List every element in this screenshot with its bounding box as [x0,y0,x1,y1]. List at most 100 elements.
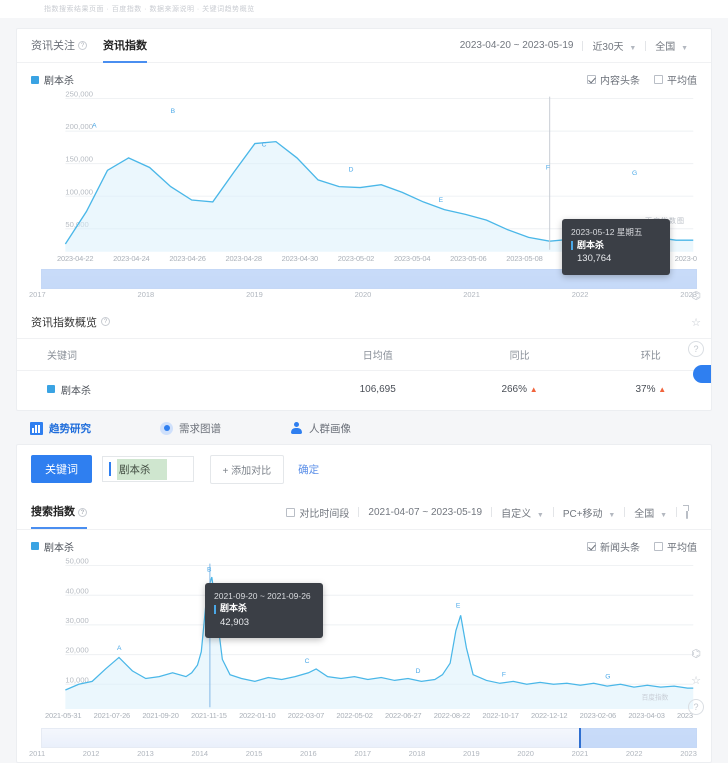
search-compare-checkbox[interactable]: 对比时间段 [277,505,358,520]
col-daily-average: 日均值 [307,338,449,370]
chevron-down-icon: ▼ [681,45,688,52]
add-compare-button[interactable]: + 添加对比 [210,455,285,484]
tab-news-attention[interactable]: 资讯关注 ? [31,29,87,63]
xtick: 2023-04-03 [628,711,664,720]
news-checkbox-average-label: 平均值 [667,72,697,87]
xtick: 2023-0 [675,254,697,263]
legend-swatch-icon [571,241,573,250]
marker-E: E [439,197,444,204]
help-icon[interactable]: ? [688,699,704,715]
news-tab-list: 资讯关注 ? 资讯指数 [31,29,147,63]
module-tab-trend[interactable]: 趋势研究 [30,421,160,436]
search-chart-svg: 50,000 40,000 30,000 20,000 10,000 A B C… [29,556,699,709]
brush-year: 2023 [680,749,697,758]
help-icon[interactable]: ? [78,41,87,50]
ytick: 250,000 [65,90,93,99]
module-tab-audience-profile[interactable]: 人群画像 [290,421,420,436]
share-icon[interactable]: ⌬ [687,287,705,305]
legend-swatch-icon [31,76,39,84]
legend-swatch-icon [47,385,55,393]
search-checkbox-headline[interactable]: 新闻头条 [587,539,640,554]
brush-year: 2022 [626,749,643,758]
chevron-down-icon: ▼ [537,512,544,519]
search-period-select[interactable]: 自定义 ▼ [492,505,553,520]
star-icon[interactable]: ☆ [687,314,705,332]
news-date-range[interactable]: 2023-04-20 ~ 2023-05-19 [451,40,583,51]
search-region-select[interactable]: 全国 ▼ [625,505,676,520]
search-area-fill [65,577,693,709]
news-period-label: 近30天 [592,42,623,53]
ytick: 50,000 [65,556,88,565]
xtick: 2022-10-17 [482,711,518,720]
news-checkbox-average[interactable]: 平均值 [654,72,697,87]
news-brush-years: 2017 2018 2019 2020 2021 2022 2023 [41,290,697,299]
brush-year: 2019 [463,749,480,758]
tab-search-index[interactable]: 搜索指数 ? [31,495,87,529]
xtick: 2022-12-12 [531,711,567,720]
page-top-strip: 指数搜索结果页面 · 百度指数 · 数据来源说明 · 关键词趋势概览 [0,0,728,18]
help-icon[interactable]: ? [688,341,704,357]
legend-swatch-icon [31,542,39,550]
news-checkbox-group: 内容头条 平均值 [587,72,697,87]
news-region-label: 全国 [655,42,675,53]
checkbox-icon [654,75,663,84]
keyword-button[interactable]: 关键词 [31,455,92,483]
module-tab-trend-label: 趋势研究 [49,421,91,436]
xtick: 2023-04-24 [113,254,149,263]
arrow-up-icon: ▲ [658,385,666,394]
row-keyword-label: 剧本杀 [61,382,91,397]
xtick: 2021-09-20 [142,711,178,720]
top-strip-text: 指数搜索结果页面 · 百度指数 · 数据来源说明 · 关键词趋势概览 [0,0,728,14]
search-brush-selection[interactable] [579,728,697,748]
search-chart[interactable]: 50,000 40,000 30,000 20,000 10,000 A B C… [17,556,711,709]
news-card-header: 资讯关注 ? 资讯指数 2023-04-20 ~ 2023-05-19 近30天… [17,29,711,63]
marker-G: G [605,673,610,680]
search-checkbox-average[interactable]: 平均值 [654,539,697,554]
search-checkbox-headline-label: 新闻头条 [600,539,640,554]
share-icon[interactable]: ⌬ [687,645,705,663]
module-tab-list: 趋势研究 需求图谱 人群画像 [0,411,728,444]
tab-news-index[interactable]: 资讯指数 [103,29,147,63]
ytick: 20,000 [65,645,88,654]
search-card-header: 搜索指数 ? 对比时间段 2021-04-07 ~ 2023-05-19 自定义… [17,496,711,530]
ytick: 30,000 [65,616,88,625]
module-tab-demand-graph[interactable]: 需求图谱 [160,421,290,436]
search-export-button[interactable] [677,507,697,518]
search-brush-handle-left[interactable] [579,728,581,748]
xtick: 2023-05-06 [450,254,486,263]
news-legend-item[interactable]: 剧本杀 [31,72,74,87]
marker-D: D [349,166,354,173]
keyword-input-field[interactable]: 剧本杀 [102,456,194,482]
xtick: 2023-02-06 [580,711,616,720]
chevron-down-icon: ▼ [608,512,615,519]
news-region-select[interactable]: 全国 ▼ [646,38,697,53]
search-brush-years: 2011 2012 2013 2014 2015 2016 2017 2018 … [41,749,697,758]
brush-year: 2014 [191,749,208,758]
help-icon[interactable]: ? [101,317,110,326]
trend-icon [30,422,43,435]
star-icon[interactable]: ☆ [687,672,705,690]
overview-table: 关键词 日均值 同比 环比 剧本杀 106,695 266% ▲ [17,338,711,410]
xtick: 2023-05-02 [338,254,374,263]
news-checkbox-headline[interactable]: 内容头条 [587,72,640,87]
search-device-select[interactable]: PC+移动 ▼ [554,505,624,520]
checkbox-icon [587,542,596,551]
cell-mom-value: 37% [635,384,655,395]
news-header-controls: 2023-04-20 ~ 2023-05-19 近30天 ▼ 全国 ▼ [451,38,697,53]
search-year-brush[interactable]: 2011 2012 2013 2014 2015 2016 2017 2018 … [41,728,697,762]
search-chart-gridlines [65,565,693,684]
arrow-up-icon: ▲ [530,385,538,394]
help-icon[interactable]: ? [78,508,87,517]
news-period-select[interactable]: 近30天 ▼ [583,38,645,53]
confirm-link[interactable]: 确定 [298,462,319,477]
keyword-chip[interactable]: 剧本杀 [117,459,167,480]
marker-F: F [502,671,506,678]
external-link-icon [686,506,688,519]
marker-B: B [207,566,212,573]
search-date-range[interactable]: 2021-04-07 ~ 2023-05-19 [359,507,491,518]
chevron-down-icon: ▼ [629,45,636,52]
search-legend-item[interactable]: 剧本杀 [31,539,74,554]
xtick: 2021-07-26 [94,711,130,720]
news-chart[interactable]: 250,000 200,000 150,000 100,000 50,000 A… [17,89,711,252]
feedback-tab-button[interactable] [693,365,711,383]
